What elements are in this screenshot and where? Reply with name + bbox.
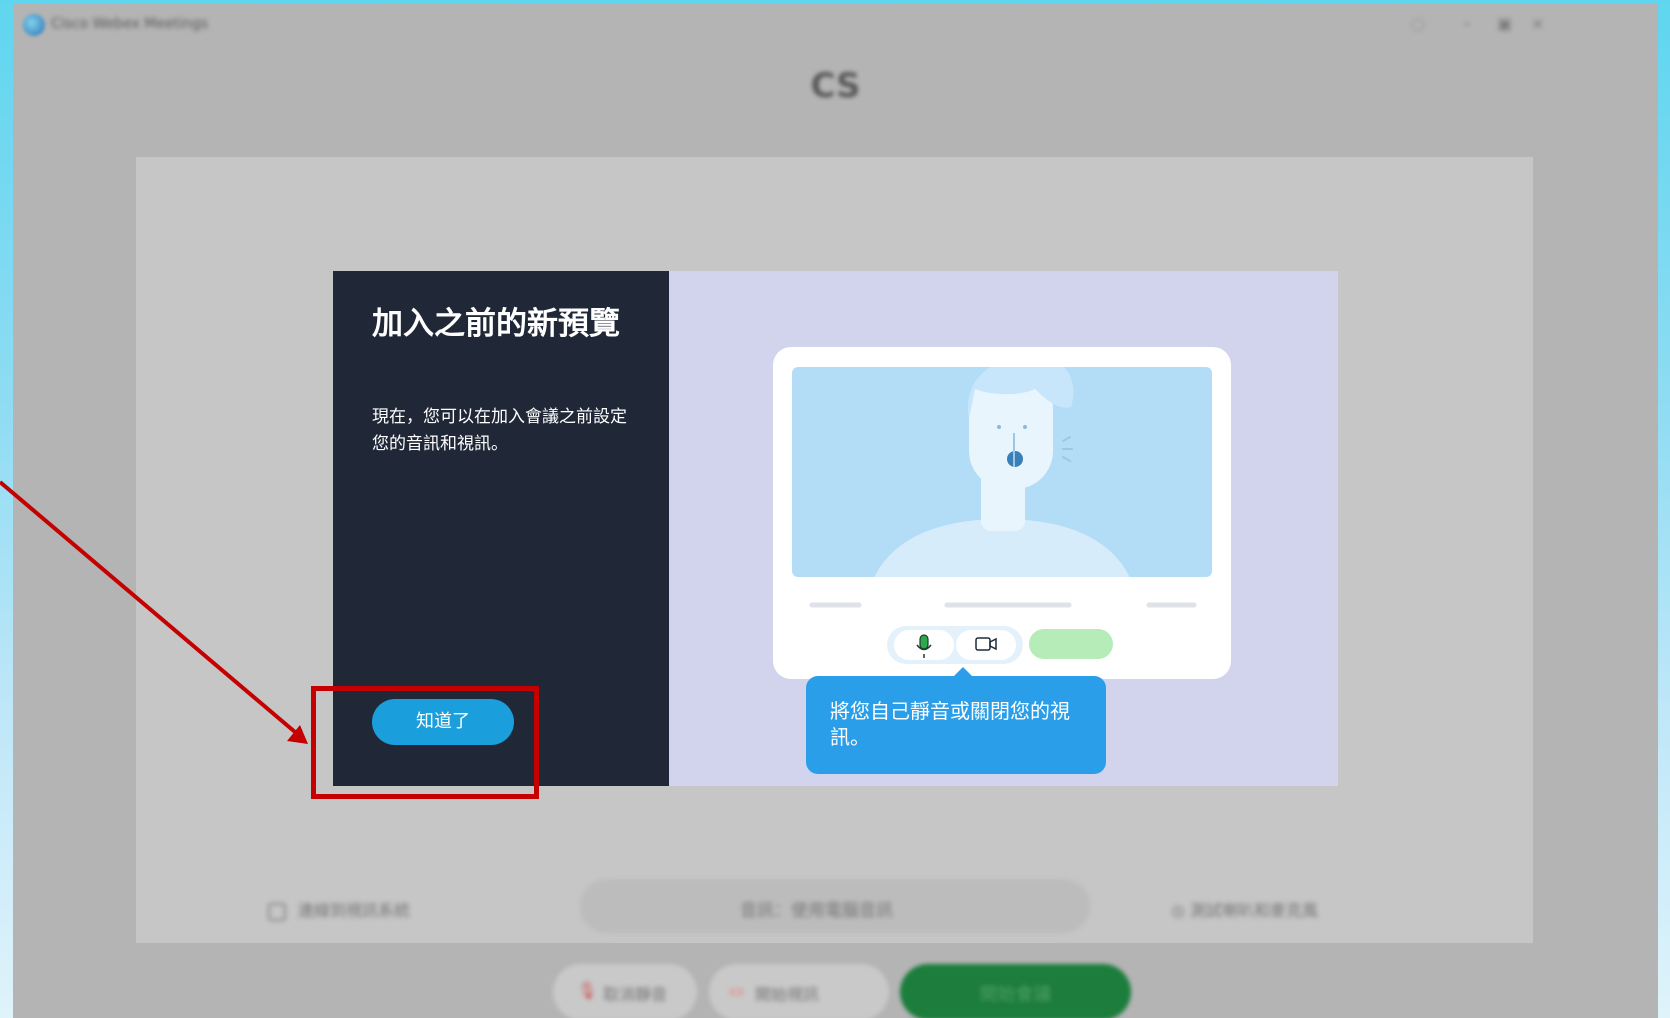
video-button[interactable]: ▭ 開始視訊 xyxy=(709,964,889,1018)
window-title: Cisco Webex Meetings xyxy=(51,16,209,32)
audio-selector[interactable]: 音訊：使用電腦音訊 xyxy=(580,879,1090,933)
mute-button[interactable]: 🎙 取消靜音 xyxy=(553,964,697,1018)
maximize-icon[interactable]: ▣ xyxy=(1497,14,1512,33)
audio-selector-label: 音訊：使用電腦音訊 xyxy=(740,901,893,921)
microphone-muted-icon: 🎙 xyxy=(577,981,598,1000)
tooltip-text: 將您自己靜音或關閉您的視訊。 xyxy=(830,699,1070,749)
speaker-icon: ◎ xyxy=(1171,901,1191,920)
camera-off-icon: ▭ xyxy=(729,981,745,1000)
title-bar: Cisco Webex Meetings ◌ – ▣ × xyxy=(13,4,1658,44)
mute-button-label: 取消靜音 xyxy=(603,985,668,1004)
app-logo-icon xyxy=(23,14,45,36)
start-meeting-label: 開始會議 xyxy=(979,984,1052,1005)
dialog-description: 現在，您可以在加入會議之前設定您的音訊和視訊。 xyxy=(372,407,627,454)
host-initials: CS xyxy=(810,66,861,106)
test-speaker-mic-option[interactable]: ◎ 測試喇叭和麥克風 xyxy=(1171,897,1318,921)
test-speaker-mic-label: 測試喇叭和麥克風 xyxy=(1190,901,1319,920)
minimize-icon[interactable]: – xyxy=(1463,14,1471,33)
connect-device-option[interactable]: 連線到視訊系統 xyxy=(268,897,410,921)
connect-device-label: 連線到視訊系統 xyxy=(298,901,411,920)
help-icon[interactable]: ◌ xyxy=(1411,14,1425,33)
video-button-label: 開始視訊 xyxy=(755,985,820,1004)
close-icon[interactable]: × xyxy=(1531,14,1544,33)
dialog-title: 加入之前的新預覽 xyxy=(372,306,620,342)
start-meeting-button[interactable]: 開始會議 xyxy=(900,964,1131,1018)
annotation-highlight-box xyxy=(311,686,539,799)
checkbox[interactable] xyxy=(268,902,286,921)
mute-video-tooltip: 將您自己靜音或關閉您的視訊。 xyxy=(806,667,1106,774)
